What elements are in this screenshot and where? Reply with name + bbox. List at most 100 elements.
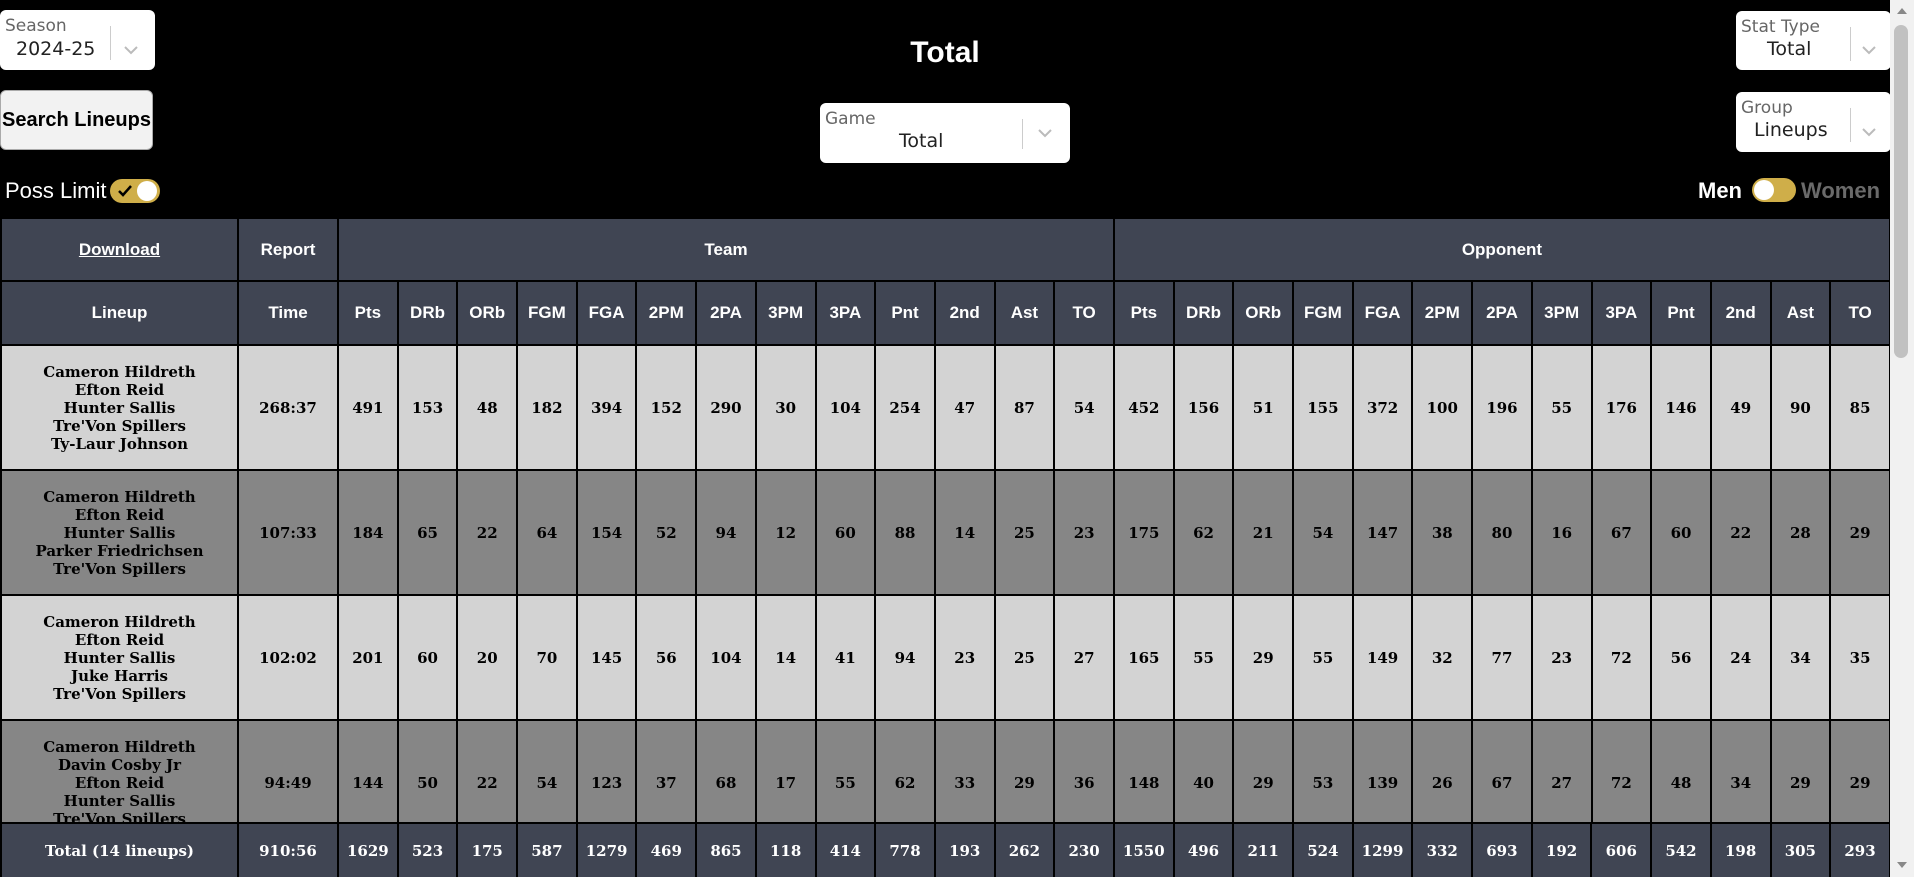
team-stat-header[interactable]: FGM xyxy=(516,280,578,346)
totals-team-stat: 262 xyxy=(993,822,1056,877)
team-stat-header[interactable]: FGA xyxy=(575,280,638,346)
season-select[interactable]: Season 2024-25 xyxy=(0,10,155,70)
team-stat-cell: 152 xyxy=(635,344,698,471)
chevron-down-icon[interactable] xyxy=(1858,124,1880,140)
team-stat-cell: 94 xyxy=(874,594,936,721)
team-stat-cell: 94 xyxy=(695,469,757,596)
totals-row-table: Total (14 lineups) 910:56 1629 523 175 587 127… xyxy=(0,822,1891,877)
totals-time: 910:56 xyxy=(237,822,339,877)
player-name: Cameron Hildreth xyxy=(43,362,196,381)
time-cell: 268:37 xyxy=(237,344,339,471)
search-lineups-button[interactable]: Search Lineups xyxy=(0,90,153,150)
team-stat-cell: 65 xyxy=(396,469,459,596)
opp-stat-header[interactable]: Pnt xyxy=(1650,280,1712,346)
opp-stat-header[interactable]: DRb xyxy=(1172,280,1235,346)
scrollbar-thumb[interactable] xyxy=(1894,25,1908,358)
opp-stat-cell: 156 xyxy=(1172,344,1235,471)
scroll-up-arrow-icon[interactable] xyxy=(1897,8,1907,14)
download-link[interactable]: Download xyxy=(79,240,160,259)
stat-type-select[interactable]: Stat Type Total xyxy=(1736,11,1891,70)
totals-team-stat: 469 xyxy=(635,822,698,877)
game-select-value: Total xyxy=(899,130,944,152)
player-name: Tre'Von Spillers xyxy=(53,559,186,578)
women-label[interactable]: Women xyxy=(1801,178,1880,204)
opp-stat-header[interactable]: 3PA xyxy=(1590,280,1653,346)
group-select-value: Lineups xyxy=(1754,119,1828,141)
team-stat-header[interactable]: 2PA xyxy=(695,280,757,346)
opp-stat-cell: 77 xyxy=(1471,594,1533,721)
team-stat-header[interactable]: DRb xyxy=(396,280,459,346)
opp-stat-cell: 149 xyxy=(1351,594,1414,721)
opp-stat-header[interactable]: Pts xyxy=(1113,280,1175,346)
team-stat-header[interactable]: 2nd xyxy=(933,280,996,346)
opp-stat-header[interactable]: 2PA xyxy=(1471,280,1533,346)
opp-stat-cell: 55 xyxy=(1530,344,1593,471)
team-stat-cell: 182 xyxy=(516,344,578,471)
team-stat-header[interactable]: TO xyxy=(1053,280,1115,346)
team-stat-header[interactable]: ORb xyxy=(456,280,519,346)
team-stat-cell: 70 xyxy=(516,594,578,721)
men-label[interactable]: Men xyxy=(1698,178,1742,204)
totals-team-stat: 118 xyxy=(754,822,817,877)
team-stat-cell: 52 xyxy=(635,469,698,596)
toggle-knob xyxy=(1754,180,1774,200)
opp-stat-header[interactable]: 2PM xyxy=(1411,280,1474,346)
totals-opp-stat: 332 xyxy=(1411,822,1474,877)
gender-toggle[interactable] xyxy=(1752,178,1796,202)
totals-opp-stat: 1550 xyxy=(1112,822,1175,877)
team-stat-header[interactable]: 3PA xyxy=(814,280,877,346)
scroll-down-arrow-icon[interactable] xyxy=(1897,862,1907,868)
team-stat-header[interactable]: Ast xyxy=(993,280,1056,346)
season-select-value: 2024-25 xyxy=(16,38,96,60)
time-cell: 102:02 xyxy=(237,594,339,721)
opp-stat-header[interactable]: FGM xyxy=(1292,280,1354,346)
player-name: Ty-Laur Johnson xyxy=(50,434,189,453)
team-stat-cell: 27 xyxy=(1053,594,1115,721)
team-stat-cell: 60 xyxy=(814,469,877,596)
team-stat-cell: 153 xyxy=(396,344,459,471)
opp-stat-cell: 85 xyxy=(1829,344,1890,471)
group-select-label: Group xyxy=(1741,98,1793,118)
group-select[interactable]: Group Lineups xyxy=(1736,92,1891,152)
opp-stat-header[interactable]: FGA xyxy=(1351,280,1414,346)
totals-label: Total (14 lineups) xyxy=(0,822,239,877)
select-separator xyxy=(110,26,111,60)
lineup-header[interactable]: Lineup xyxy=(0,280,239,346)
header-row-groups: Download Report Team Opponent xyxy=(0,217,1890,282)
chevron-down-icon[interactable] xyxy=(1858,42,1880,58)
table-viewport: Download Report Team Opponent Lineup Tim… xyxy=(0,217,1890,877)
opp-stat-header[interactable]: TO xyxy=(1829,280,1890,346)
opp-stat-cell: 29 xyxy=(1829,469,1890,596)
team-stat-header[interactable]: 2PM xyxy=(635,280,698,346)
game-select[interactable]: Game Total xyxy=(820,103,1070,163)
totals-row: Total (14 lineups) 910:56 1629 523 175 587 127… xyxy=(0,822,1891,877)
player-name: Hunter Sallis xyxy=(63,398,176,417)
opp-stat-header[interactable]: ORb xyxy=(1232,280,1295,346)
opp-stat-header[interactable]: 3PM xyxy=(1530,280,1593,346)
table-row[interactable]: Cameron Hildreth Efton Reid Hunter Sallis P… xyxy=(0,469,1890,596)
opp-stat-header[interactable]: 2nd xyxy=(1709,280,1772,346)
time-header[interactable]: Time xyxy=(237,280,339,346)
chevron-down-icon[interactable] xyxy=(120,42,142,58)
opp-stat-cell: 72 xyxy=(1590,594,1653,721)
team-stat-header[interactable]: 3PM xyxy=(754,280,817,346)
table-row[interactable]: Cameron Hildreth Efton Reid Hunter Sallis J… xyxy=(0,594,1890,721)
chevron-down-icon[interactable] xyxy=(1034,125,1056,141)
team-stat-cell: 56 xyxy=(635,594,698,721)
team-stat-header[interactable]: Pnt xyxy=(874,280,936,346)
totals-opp-stat: 305 xyxy=(1769,822,1832,877)
opp-stat-cell: 147 xyxy=(1351,469,1414,596)
team-stat-cell: 104 xyxy=(814,344,877,471)
table-row[interactable]: Cameron Hildreth Efton Reid Hunter Sallis T… xyxy=(0,344,1890,471)
team-stat-cell: 47 xyxy=(933,344,996,471)
opp-stat-cell: 165 xyxy=(1113,594,1175,721)
poss-limit-toggle[interactable] xyxy=(110,179,160,203)
opp-stat-cell: 24 xyxy=(1709,594,1772,721)
team-stat-cell: 254 xyxy=(874,344,936,471)
lineup-cell: Cameron Hildreth Efton Reid Hunter Sallis J… xyxy=(0,594,239,721)
team-stat-cell: 87 xyxy=(993,344,1056,471)
opp-stat-header[interactable]: Ast xyxy=(1769,280,1832,346)
team-stat-cell: 12 xyxy=(754,469,817,596)
totals-opp-stat: 496 xyxy=(1172,822,1235,877)
team-stat-header[interactable]: Pts xyxy=(337,280,399,346)
